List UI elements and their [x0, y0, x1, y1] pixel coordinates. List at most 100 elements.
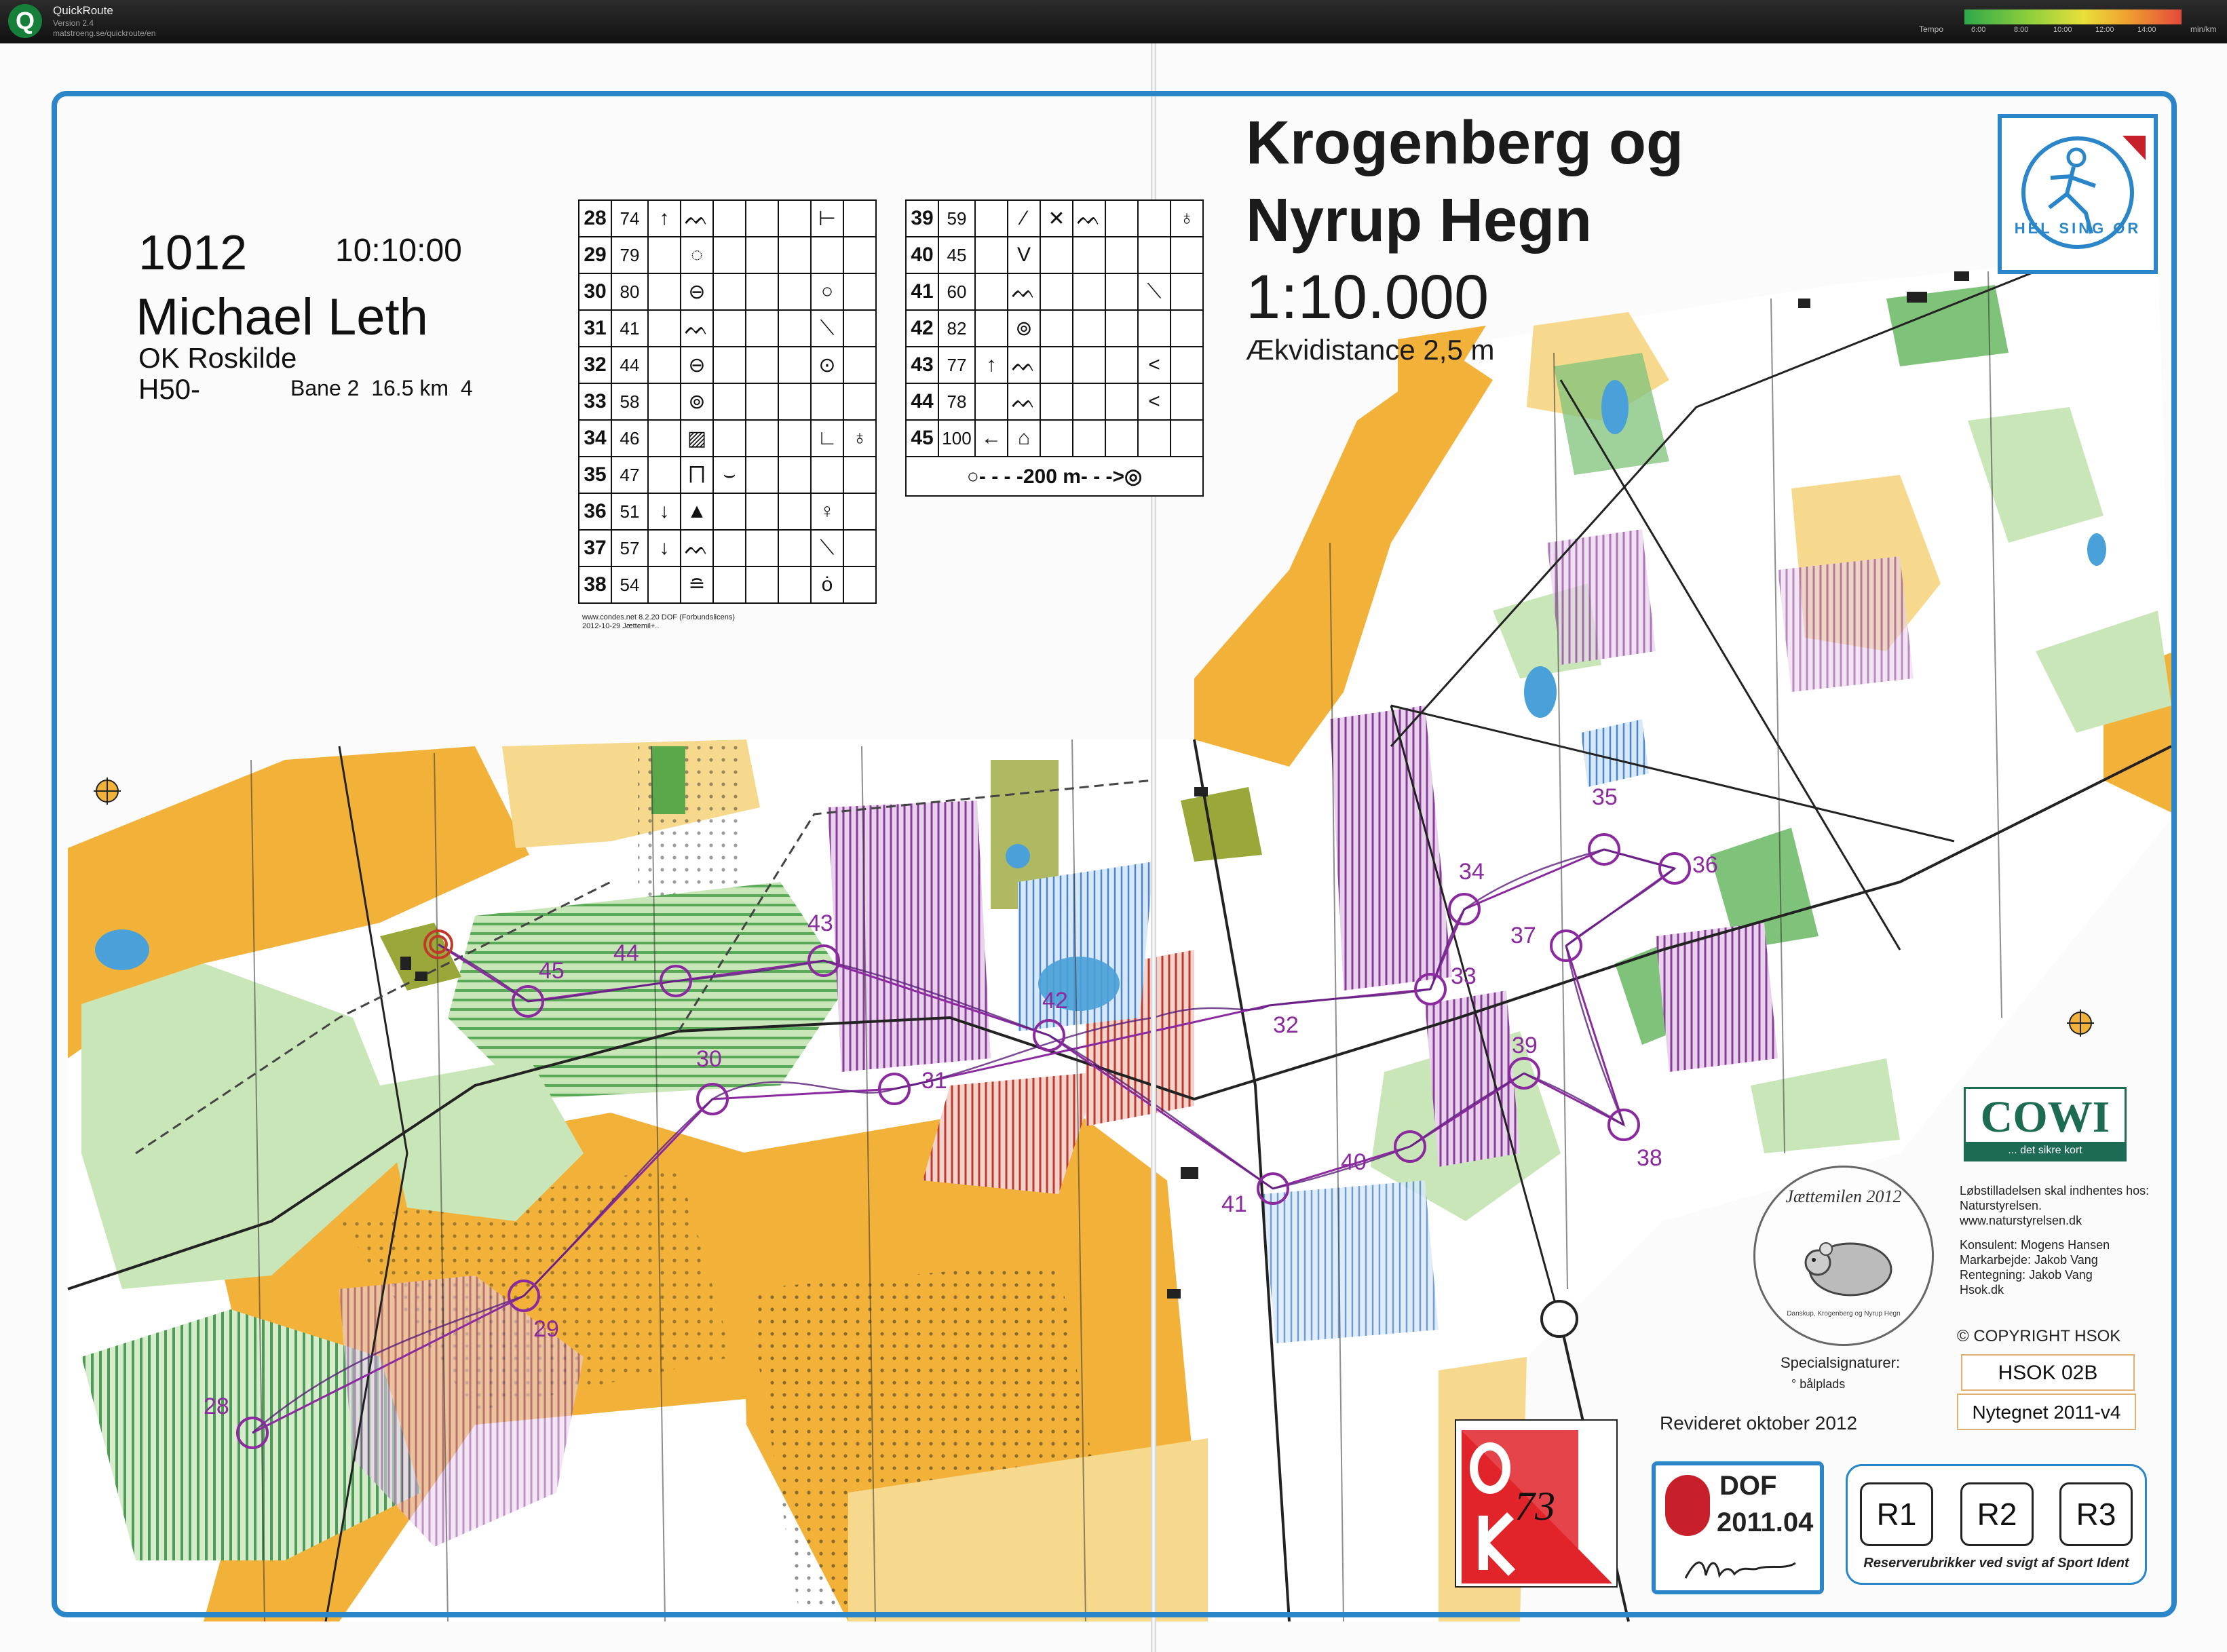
description-symbol	[745, 383, 779, 421]
control-description-row: 32 44 ⊖ ⊙	[578, 346, 877, 384]
reserve-box-r2: R2	[1960, 1482, 2034, 1546]
control-code: 100	[938, 419, 976, 457]
control-number: 45	[905, 419, 939, 457]
description-symbol	[843, 566, 877, 604]
control-code: 44	[611, 346, 649, 384]
control-number: 38	[578, 566, 612, 604]
control-description-row: 41 60 ᨓ ⟍	[905, 273, 1204, 311]
description-symbol	[745, 309, 779, 347]
runner-figure-icon	[2021, 136, 2146, 249]
footer-line: 2012-10-29 Jættemil+..	[582, 622, 660, 630]
control-code: 77	[938, 346, 976, 384]
description-symbol: ᨓ	[1007, 273, 1041, 311]
runner-card: 1012 10:10:00 Michael Leth OK Roskilde H…	[133, 216, 486, 412]
control-number: 31	[578, 309, 612, 347]
mouse-icon	[1804, 1242, 1892, 1296]
control-code: 79	[611, 236, 649, 274]
description-symbol	[712, 529, 746, 567]
map-info: Løbstilladelsen skal indhentes hos: Natu…	[1960, 1183, 2177, 1297]
control-number: 32	[578, 346, 612, 384]
description-symbol	[1170, 346, 1204, 384]
description-symbol	[1170, 419, 1204, 457]
description-symbol	[843, 273, 877, 311]
description-symbol: ⊖	[680, 346, 714, 384]
control-description-row: 30 80 ⊖ ○	[578, 273, 877, 311]
description-symbol: ○	[810, 273, 844, 311]
description-symbol	[1072, 346, 1106, 384]
description-symbol: ≘	[680, 566, 714, 604]
control-label: 32	[1273, 1012, 1299, 1038]
control-description-row: 37 57 ↓ ᨓ ⟍	[578, 529, 877, 567]
control-code: 51	[611, 493, 649, 531]
course-info: Bane 2 16.5 km 4	[290, 376, 473, 400]
control-code: 59	[938, 199, 976, 237]
control-code: 82	[938, 309, 976, 347]
control-description-row: 39 59 ⁄ ✕ ᨓ ♁	[905, 199, 1204, 237]
description-symbol	[1105, 419, 1139, 457]
description-symbol: ♀	[810, 493, 844, 531]
control-code: 60	[938, 273, 976, 311]
description-symbol	[778, 566, 812, 604]
dof-logo-icon	[1665, 1475, 1710, 1536]
control-description-row: 31 41 ᨓ ⟍	[578, 309, 877, 347]
info-line: Løbstilladelsen skal indhentes hos:	[1960, 1184, 2150, 1197]
control-label: 36	[1692, 852, 1718, 878]
start-time: 10:10:00	[335, 233, 462, 269]
description-symbol	[647, 273, 681, 311]
info-line: www.naturstyrelsen.dk	[1960, 1214, 2082, 1227]
description-symbol	[647, 346, 681, 384]
description-symbol	[745, 566, 779, 604]
description-symbol	[778, 236, 812, 274]
description-symbol	[1170, 273, 1204, 311]
medal-subtitle: Danskup, Krogenberg og Nyrup Hegn	[1787, 1310, 1901, 1318]
control-number: 29	[578, 236, 612, 274]
description-symbol: ᨓ	[680, 199, 714, 237]
control-description-row: 42 82 ⊚	[905, 309, 1204, 347]
control-code: 45	[938, 236, 976, 274]
description-symbol: ◌	[680, 236, 714, 274]
reserve-boxes: R1 R2 R3 Reserverubrikker ved svigt af S…	[1846, 1464, 2147, 1585]
info-line: Rentegning: Jakob Vang	[1960, 1268, 2093, 1282]
medal-title: Jættemilen 2012	[1785, 1187, 1902, 1206]
map-title-line: Nyrup Hegn	[1246, 187, 1593, 254]
dof-name: DOF	[1719, 1471, 1777, 1501]
control-label: 43	[807, 910, 833, 936]
description-symbol	[1040, 309, 1073, 347]
description-symbol	[1137, 199, 1171, 237]
control-number: 30	[578, 273, 612, 311]
description-symbol	[778, 493, 812, 531]
description-symbol: ▨	[680, 419, 714, 457]
control-description-row: 43 77 ↑ ᨓ <	[905, 346, 1204, 384]
control-number: 34	[578, 419, 612, 457]
control-number: 44	[905, 383, 939, 421]
description-symbol: ⟍	[810, 529, 844, 567]
control-label: 41	[1221, 1191, 1247, 1217]
description-symbol	[778, 346, 812, 384]
description-symbol	[712, 236, 746, 274]
control-description-row: 28 74 ↑ ᨓ ⊢	[578, 199, 877, 237]
description-symbol	[843, 456, 877, 494]
description-symbol	[1072, 383, 1106, 421]
description-symbol: ↓	[647, 493, 681, 531]
description-symbol	[1170, 309, 1204, 347]
control-number: 35	[578, 456, 612, 494]
description-symbol: ⌂	[1007, 419, 1041, 457]
description-symbol: ▲	[680, 493, 714, 531]
runner-name: Michael Leth	[136, 288, 428, 346]
description-symbol: <	[1137, 383, 1171, 421]
description-symbol	[778, 419, 812, 457]
control-label: 33	[1451, 963, 1477, 989]
description-symbol	[810, 236, 844, 274]
control-label: 31	[921, 1068, 947, 1094]
description-symbol: ⊚	[680, 383, 714, 421]
dof-approval-box: DOF 2011.04	[1652, 1461, 1824, 1594]
description-symbol	[1072, 236, 1106, 274]
control-code: 74	[611, 199, 649, 237]
control-label: 45	[539, 958, 565, 984]
description-symbol	[1105, 383, 1139, 421]
description-symbol	[810, 383, 844, 421]
control-description-row: 33 58 ⊚	[578, 383, 877, 421]
dof-number: 2011.04	[1717, 1507, 1814, 1537]
control-description-row: 36 51 ↓ ▲ ♀	[578, 493, 877, 531]
description-symbol	[647, 566, 681, 604]
